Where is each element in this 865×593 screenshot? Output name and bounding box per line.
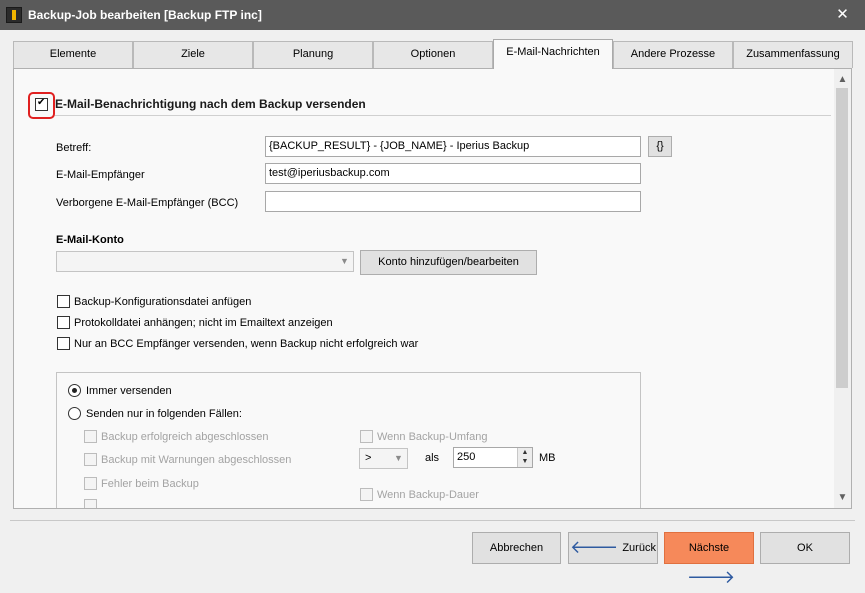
cond-success-checkbox[interactable] — [84, 430, 97, 443]
email-account-heading: E-Mail-Konto — [56, 234, 124, 246]
chevron-down-icon: ▼ — [394, 453, 403, 463]
content-panel: E-Mail-Benachrichtigung nach dem Backup … — [13, 68, 852, 509]
title-bar: Backup-Job bearbeiten [Backup FTP inc] ✕ — [0, 0, 865, 30]
tab-planung[interactable]: Planung — [253, 41, 373, 68]
subject-label: Betreff: — [56, 142, 92, 154]
bcc-input[interactable] — [265, 191, 641, 212]
size-operator-select[interactable]: > ▼ — [359, 448, 408, 469]
ok-button[interactable]: OK — [760, 532, 850, 564]
section-title: E-Mail-Benachrichtigung nach dem Backup … — [55, 97, 366, 111]
bcc-on-failure-checkbox[interactable] — [57, 337, 70, 350]
size-als-label: als — [425, 452, 440, 464]
send-only-if-label: Senden nur in folgenden Fällen: — [86, 408, 242, 420]
attach-config-checkbox[interactable] — [57, 295, 70, 308]
add-account-button[interactable]: Konto hinzufügen/bearbeiten — [360, 250, 537, 275]
cond-error-checkbox[interactable] — [84, 477, 97, 490]
send-only-if-radio[interactable] — [68, 407, 81, 420]
ok-label: OK — [797, 542, 813, 554]
cond-error-label: Fehler beim Backup — [101, 478, 199, 490]
tab-elemente[interactable]: Elemente — [13, 41, 133, 68]
tab-ziele[interactable]: Ziele — [133, 41, 253, 68]
cond-warnings-label: Backup mit Warnungen abgeschlossen — [101, 454, 292, 466]
vertical-scrollbar[interactable]: ▲ ▼ — [834, 69, 851, 508]
scroll-up-icon[interactable]: ▲ — [834, 71, 851, 88]
back-button[interactable]: 🡐 Zurück — [568, 532, 658, 564]
scroll-down-icon[interactable]: ▼ — [834, 489, 851, 506]
size-value-input[interactable]: 250 ▲ ▼ — [453, 447, 533, 468]
arrow-left-icon: 🡐 — [570, 537, 619, 557]
cancel-label: Abbrechen — [489, 542, 544, 554]
back-label: Zurück — [622, 542, 656, 554]
tab-andere-prozesse[interactable]: Andere Prozesse — [613, 41, 733, 68]
cond-partial-checkbox[interactable] — [84, 499, 97, 508]
chevron-down-icon: ▼ — [340, 256, 349, 266]
cond-warnings-checkbox[interactable] — [84, 453, 97, 466]
variables-button[interactable]: {} — [648, 136, 672, 157]
tab-optionen[interactable]: Optionen — [373, 41, 493, 68]
size-operator-value: > — [365, 452, 372, 464]
tab-zusammenfassung[interactable]: Zusammenfassung — [733, 41, 853, 68]
cancel-button[interactable]: Abbrechen — [472, 532, 561, 564]
bcc-label: Verborgene E-Mail-Empfänger (BCC) — [56, 197, 239, 209]
window-title: Backup-Job bearbeiten [Backup FTP inc] — [28, 8, 262, 22]
next-label: Nächste — [688, 542, 730, 554]
size-condition-checkbox[interactable] — [360, 430, 373, 443]
size-condition-label: Wenn Backup-Umfang — [377, 431, 488, 443]
subject-input[interactable]: {BACKUP_RESULT} - {JOB_NAME} - Iperius B… — [265, 136, 641, 157]
duration-condition-label: Wenn Backup-Dauer — [377, 489, 479, 501]
arrow-right-icon: 🡒 — [686, 567, 736, 587]
tab-email-nachrichten[interactable]: E-Mail-Nachrichten — [493, 39, 613, 69]
send-mode-group: Immer versenden Senden nur in folgenden … — [56, 372, 641, 508]
close-icon[interactable]: ✕ — [820, 0, 865, 30]
section-divider — [55, 115, 831, 116]
email-account-select[interactable]: ▼ — [56, 251, 354, 272]
cond-success-label: Backup erfolgreich abgeschlossen — [101, 431, 269, 443]
bcc-on-failure-label: Nur an BCC Empfänger versenden, wenn Bac… — [74, 338, 419, 350]
recipient-label: E-Mail-Empfänger — [56, 169, 145, 181]
enable-email-checkbox[interactable] — [35, 97, 48, 111]
tab-strip: Elemente Ziele Planung Optionen E-Mail-N… — [13, 39, 853, 69]
size-unit-label: MB — [539, 452, 556, 464]
recipient-input[interactable]: test@iperiusbackup.com — [265, 163, 641, 184]
footer-divider — [10, 520, 855, 521]
size-value: 250 — [457, 451, 476, 463]
attach-log-label: Protokolldatei anhängen; nicht im Emailt… — [74, 317, 333, 329]
always-send-radio[interactable] — [68, 384, 81, 397]
duration-condition-checkbox[interactable] — [360, 488, 373, 501]
always-send-label: Immer versenden — [86, 385, 172, 397]
scroll-thumb[interactable] — [836, 88, 848, 388]
next-button[interactable]: Nächste 🡒 — [664, 532, 754, 586]
app-logo-icon — [6, 7, 22, 23]
attach-config-label: Backup-Konfigurationsdatei anfügen — [74, 296, 252, 308]
attach-log-checkbox[interactable] — [57, 316, 70, 329]
spin-arrows-icon[interactable]: ▲ ▼ — [517, 448, 532, 467]
